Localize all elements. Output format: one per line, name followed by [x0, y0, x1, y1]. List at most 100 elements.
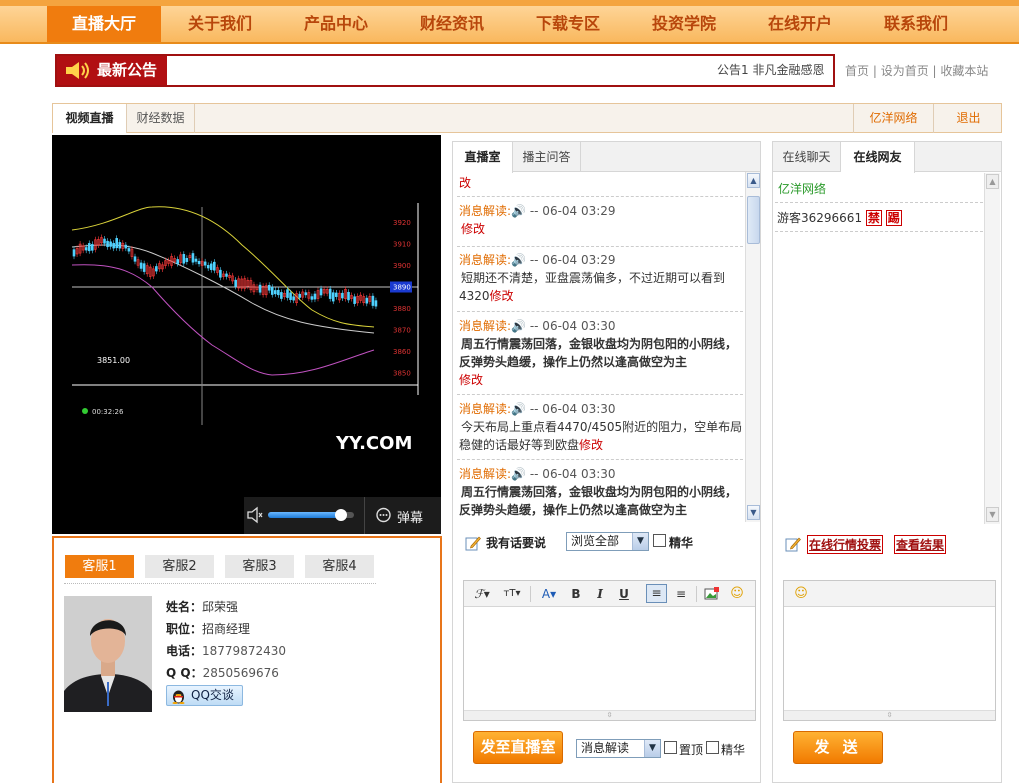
candle-body	[197, 260, 201, 265]
message-separator	[457, 459, 743, 460]
message-filter-select[interactable]: 浏览全部 ▼	[566, 532, 649, 551]
message-item: 消息解读:🔊 -- 06-04 03:29 修改	[459, 202, 743, 238]
message-item: 消息解读:🔊 -- 06-04 03:30 周五行情震荡回落，金银收盘均为阴包阳…	[459, 317, 743, 389]
candle-body	[374, 300, 378, 307]
vote-link[interactable]: 在线行情投票	[807, 535, 884, 554]
video-player[interactable]: 3851.00 3920 3910 3900 3890 3880 3870 3860 3850…	[52, 135, 441, 534]
font-size-icon[interactable]: тT▾	[500, 586, 524, 602]
essence2-checkbox[interactable]	[706, 741, 719, 754]
home-link[interactable]: 首页	[845, 64, 869, 78]
ban-button[interactable]: 禁	[865, 210, 882, 226]
message-time: -- 06-04 03:30	[529, 467, 616, 481]
agent-photo	[64, 596, 152, 712]
chat-editor-resize-grip[interactable]: ⇳	[784, 710, 995, 720]
tab-service-3[interactable]: 客服3	[225, 555, 294, 578]
tab-online-users[interactable]: 在线网友	[841, 142, 915, 173]
font-color-icon[interactable]: A▾	[538, 586, 560, 602]
nav-open-account[interactable]: 在线开户	[743, 6, 857, 42]
edit-link-partial[interactable]: 改	[459, 176, 471, 190]
message-body: 周五行情震荡回落，金银收盘均为阴包阳的小阴线，反弹势头趋缓，操作上仍然以逢高做空…	[459, 337, 738, 369]
nav-products[interactable]: 产品中心	[279, 6, 393, 42]
send-to-room-button[interactable]: 发至直播室	[473, 731, 563, 764]
scroll-up-icon[interactable]: ▲	[747, 173, 760, 188]
users-scrollbar[interactable]: ▲ ▼	[984, 173, 1000, 524]
align-left-icon[interactable]: ≡	[646, 584, 667, 603]
speaker-small-icon: 🔊	[511, 319, 526, 333]
emoji-icon[interactable]: ☺	[728, 586, 746, 602]
scroll-down-icon[interactable]: ▼	[986, 507, 999, 522]
tab-host-qa[interactable]: 播主问答	[513, 142, 581, 172]
video-timer: 00:32:26	[92, 408, 124, 416]
candle-body	[87, 243, 91, 252]
edit-link[interactable]: 修改	[459, 222, 485, 236]
nav-about[interactable]: 关于我们	[163, 6, 277, 42]
message-editor[interactable]: ℱ▾ тT▾ A▾ B I U ≡ ≡ ☺ ⇳	[463, 580, 756, 721]
danmu-label[interactable]: 弹幕	[397, 507, 423, 526]
nav-finance-news[interactable]: 财经资讯	[395, 6, 509, 42]
essence-checkbox[interactable]	[653, 534, 666, 547]
vote-result-link[interactable]: 查看结果	[894, 535, 947, 554]
volume-knob[interactable]	[335, 509, 348, 521]
candle-body	[142, 263, 146, 272]
candle-body	[341, 292, 344, 299]
message-item: 消息解读:🔊 -- 06-04 03:30 今天布局上重点看4470/4505附…	[459, 400, 743, 454]
font-family-icon[interactable]: ℱ▾	[472, 586, 492, 602]
kick-button[interactable]: 踢	[885, 210, 902, 226]
chat-editor[interactable]: ☺ ⇳	[783, 580, 996, 721]
send-chat-button[interactable]: 发 送	[793, 731, 883, 764]
editor-resize-grip[interactable]: ⇳	[464, 710, 755, 720]
yy-watermark: YY.COM	[335, 433, 412, 454]
set-home-link[interactable]: 设为首页	[881, 64, 929, 78]
nav-downloads[interactable]: 下载专区	[511, 6, 625, 42]
candle-body	[270, 286, 274, 295]
volume-fill	[268, 512, 342, 518]
edit-link[interactable]: 修改	[459, 373, 483, 387]
message-type-select[interactable]: 消息解读 ▼	[576, 739, 661, 758]
middle-band-line	[71, 244, 375, 334]
nav-academy[interactable]: 投资学院	[627, 6, 741, 42]
tab-service-2[interactable]: 客服2	[145, 555, 214, 578]
align-center-icon[interactable]: ≡	[672, 586, 690, 602]
guest-name[interactable]: 游客36296661	[777, 211, 862, 225]
edit-link[interactable]: 修改	[490, 289, 514, 303]
user-group-company[interactable]: 亿洋网络	[778, 180, 826, 197]
announcement-text[interactable]: 公告1 非凡金融感恩	[717, 56, 833, 85]
message-separator	[457, 311, 743, 312]
low-price-label: 3851.00	[97, 356, 130, 365]
company-link[interactable]: 亿洋网络	[853, 104, 933, 133]
candle-body	[84, 247, 88, 251]
service-divider	[64, 583, 376, 584]
bookmark-link[interactable]: 收藏本站	[940, 64, 988, 78]
candle-body	[319, 288, 323, 296]
chevron-down-icon: ▼	[644, 740, 660, 757]
danmu-bubble-icon[interactable]	[375, 507, 392, 524]
logout-link[interactable]: 退出	[933, 104, 1003, 133]
message-time: -- 06-04 03:30	[529, 319, 616, 333]
nav-contact[interactable]: 联系我们	[859, 6, 973, 42]
tab-service-1[interactable]: 客服1	[65, 555, 134, 578]
tab-live-room[interactable]: 直播室	[453, 142, 513, 173]
bold-icon[interactable]: B	[568, 586, 584, 602]
mute-icon[interactable]	[247, 506, 263, 524]
scroll-up-icon[interactable]: ▲	[986, 174, 999, 189]
tab-online-chat[interactable]: 在线聊天	[773, 142, 841, 172]
insert-image-icon[interactable]	[704, 586, 720, 602]
emoji-icon[interactable]: ☺	[792, 586, 810, 602]
qq-chat-button[interactable]: QQ交谈	[166, 685, 243, 706]
chat-editor-toolbar: ☺	[784, 581, 995, 607]
price-label: 3910	[393, 241, 411, 249]
tab-video-live[interactable]: 视频直播	[53, 104, 127, 133]
pin-checkbox[interactable]	[664, 741, 677, 754]
tab-finance-data[interactable]: 财经数据	[127, 104, 195, 133]
scroll-thumb[interactable]	[747, 196, 760, 244]
edit-link[interactable]: 修改	[579, 438, 603, 452]
speaker-small-icon: 🔊	[511, 402, 526, 416]
tab-service-4[interactable]: 客服4	[305, 555, 374, 578]
nav-live-hall[interactable]: 直播大厅	[47, 6, 161, 42]
candle-body	[213, 261, 216, 271]
message-scrollbar[interactable]: ▲ ▼	[745, 172, 760, 522]
scroll-down-icon[interactable]: ▼	[747, 505, 760, 520]
underline-icon[interactable]: U	[616, 586, 632, 602]
chatroom-tabs: 直播室 播主问答	[453, 142, 760, 173]
italic-icon[interactable]: I	[592, 586, 608, 602]
